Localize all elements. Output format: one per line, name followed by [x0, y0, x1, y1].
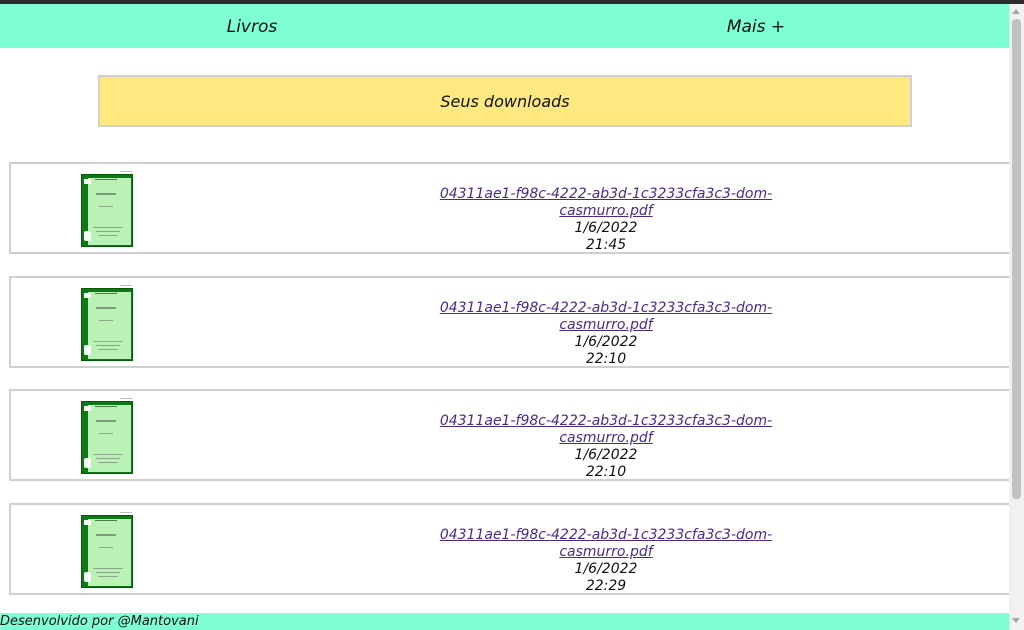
- download-date: 1/6/2022: [574, 447, 638, 463]
- footer-credit: Desenvolvido por @Mantovani: [0, 614, 199, 629]
- download-info: 04311ae1-f98c-4222-ab3d-1c3233cfa3c3-dom…: [406, 527, 806, 595]
- download-info: 04311ae1-f98c-4222-ab3d-1c3233cfa3c3-dom…: [406, 186, 806, 254]
- download-info: 04311ae1-f98c-4222-ab3d-1c3233cfa3c3-dom…: [406, 300, 806, 368]
- download-item: 04311ae1-f98c-4222-ab3d-1c3233cfa3c3-dom…: [9, 162, 1009, 254]
- download-file-link[interactable]: 04311ae1-f98c-4222-ab3d-1c3233cfa3c3-dom…: [440, 413, 772, 446]
- download-date: 1/6/2022: [574, 334, 638, 350]
- scrollbar-thumb[interactable]: [1012, 19, 1021, 499]
- scroll-down-arrow-icon[interactable]: [1012, 618, 1020, 623]
- download-item: 04311ae1-f98c-4222-ab3d-1c3233cfa3c3-dom…: [9, 503, 1009, 595]
- nav-livros-link[interactable]: Livros: [152, 4, 352, 48]
- download-time: 21:45: [585, 237, 627, 253]
- book-cover-thumbnail-icon: [81, 512, 133, 588]
- download-time: 22:29: [585, 578, 627, 594]
- page-viewport: Livros Mais + Seus downloads 04311ae1-f9…: [0, 4, 1009, 630]
- book-cover-thumbnail-icon: [81, 285, 133, 361]
- download-file-link[interactable]: 04311ae1-f98c-4222-ab3d-1c3233cfa3c3-dom…: [440, 527, 772, 560]
- scroll-up-arrow-icon[interactable]: [1012, 9, 1020, 14]
- downloads-banner: Seus downloads: [98, 75, 912, 127]
- navbar: Livros Mais +: [0, 4, 1009, 48]
- download-time: 22:10: [585, 464, 627, 480]
- book-cover-thumbnail-icon: [81, 398, 133, 474]
- download-date: 1/6/2022: [574, 220, 638, 236]
- download-date: 1/6/2022: [574, 561, 638, 577]
- download-file-link[interactable]: 04311ae1-f98c-4222-ab3d-1c3233cfa3c3-dom…: [440, 300, 772, 333]
- download-info: 04311ae1-f98c-4222-ab3d-1c3233cfa3c3-dom…: [406, 413, 806, 481]
- nav-mais-link[interactable]: Mais +: [656, 4, 856, 48]
- vertical-scrollbar[interactable]: [1009, 4, 1024, 630]
- download-time: 22:10: [585, 351, 627, 367]
- book-cover-thumbnail-icon: [81, 171, 133, 247]
- download-item: 04311ae1-f98c-4222-ab3d-1c3233cfa3c3-dom…: [9, 389, 1009, 481]
- download-item: 04311ae1-f98c-4222-ab3d-1c3233cfa3c3-dom…: [9, 276, 1009, 368]
- downloads-title: Seus downloads: [440, 92, 570, 111]
- footer: Desenvolvido por @Mantovani: [0, 613, 1009, 630]
- download-file-link[interactable]: 04311ae1-f98c-4222-ab3d-1c3233cfa3c3-dom…: [440, 186, 772, 219]
